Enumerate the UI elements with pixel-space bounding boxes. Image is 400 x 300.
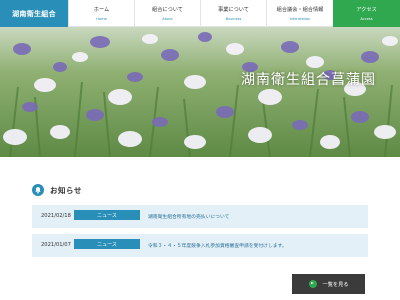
nav-information[interactable]: 組合議会・組合情報 Information (266, 0, 333, 27)
news-date: 2021/01/07 (41, 242, 71, 248)
news-item[interactable]: 2021/02/18 ニュース 湖南衛生組合所有地の売払いについて (32, 205, 368, 228)
nav-business-sublabel: Business (225, 17, 242, 21)
nav-information-label: 組合議会・組合情報 (276, 7, 324, 13)
view-all-label: 一覧を見る (322, 281, 349, 288)
view-all-button[interactable]: 一覧を見る (292, 274, 365, 294)
news-list: 2021/02/18 ニュース 湖南衛生組合所有地の売払いについて 2021/0… (32, 205, 368, 263)
news-link[interactable]: 令和３・４・５年度競争入札参加資格審査申請を受付けします。 (148, 242, 287, 249)
nav-about[interactable]: 組合について About (134, 0, 200, 27)
nav-about-label: 組合について (152, 7, 183, 13)
news-date: 2021/02/18 (41, 213, 71, 219)
nav-access-label: アクセス (356, 7, 377, 13)
nav-access[interactable]: アクセス Access (333, 0, 400, 27)
nav-home[interactable]: ホーム Home (68, 0, 134, 27)
site-header: 湖南衛生組合 ホーム Home 組合について About 事業について Busi… (0, 0, 400, 27)
news-bell-icon (32, 184, 44, 196)
nav-information-sublabel: Information (289, 17, 311, 21)
iris-garden-image (0, 27, 400, 157)
hero-banner: 湖南衛生組合菖蒲園 (0, 27, 400, 157)
nav-about-sublabel: About (162, 17, 173, 21)
hero-title: 湖南衛生組合菖蒲園 (241, 72, 376, 88)
site-logo[interactable]: 湖南衛生組合 (0, 0, 68, 27)
news-category-badge: ニュース (74, 210, 140, 220)
news-item[interactable]: 2021/01/07 ニュース 令和３・４・５年度競争入札参加資格審査申請を受付… (32, 234, 368, 257)
nav-home-sublabel: Home (96, 17, 107, 21)
news-heading-label: お知らせ (50, 185, 82, 195)
nav-access-sublabel: Access (360, 17, 373, 21)
nav-home-label: ホーム (93, 7, 110, 13)
news-heading: お知らせ (32, 184, 82, 196)
nav-business-label: 事業について (218, 7, 249, 13)
arrow-right-icon (308, 280, 317, 288)
news-category-badge: ニュース (74, 239, 140, 249)
news-link[interactable]: 湖南衛生組合所有地の売払いについて (148, 213, 229, 220)
nav-business[interactable]: 事業について Business (200, 0, 266, 27)
